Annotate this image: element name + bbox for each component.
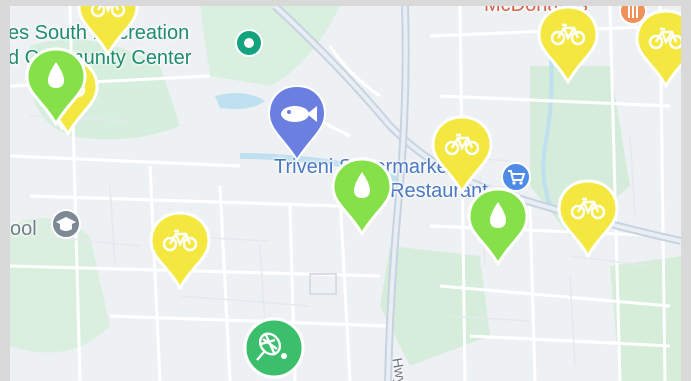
bicycle-icon (431, 115, 493, 194)
map-view[interactable]: es South Recreation d Community Center T… (10, 6, 681, 381)
water-pond (215, 92, 265, 110)
bicycle-icon (557, 179, 619, 258)
school-label[interactable]: ool (10, 218, 37, 240)
building (309, 273, 337, 295)
bike-pin[interactable] (536, 6, 600, 84)
road-label: Hwy (389, 356, 410, 381)
bicycle-icon (635, 9, 681, 88)
water-drop-icon (467, 187, 529, 266)
bike-pin[interactable] (430, 114, 494, 194)
bike-pin[interactable] (556, 178, 620, 258)
bicycle-icon (537, 6, 599, 84)
graduation-cap-icon[interactable] (50, 208, 82, 245)
bicycle-icon (149, 211, 211, 290)
sports-pin[interactable] (242, 316, 306, 381)
water-drop-icon (331, 157, 393, 236)
tennis-icon (243, 317, 305, 379)
water-pin[interactable] (24, 46, 88, 126)
bike-pin[interactable] (148, 210, 212, 290)
water-pin[interactable] (330, 156, 394, 236)
bike-pin[interactable] (634, 8, 681, 88)
water-pin[interactable] (466, 186, 530, 266)
park-icon[interactable] (234, 28, 264, 63)
water-drop-icon (25, 47, 87, 126)
fish-icon[interactable] (265, 84, 329, 167)
